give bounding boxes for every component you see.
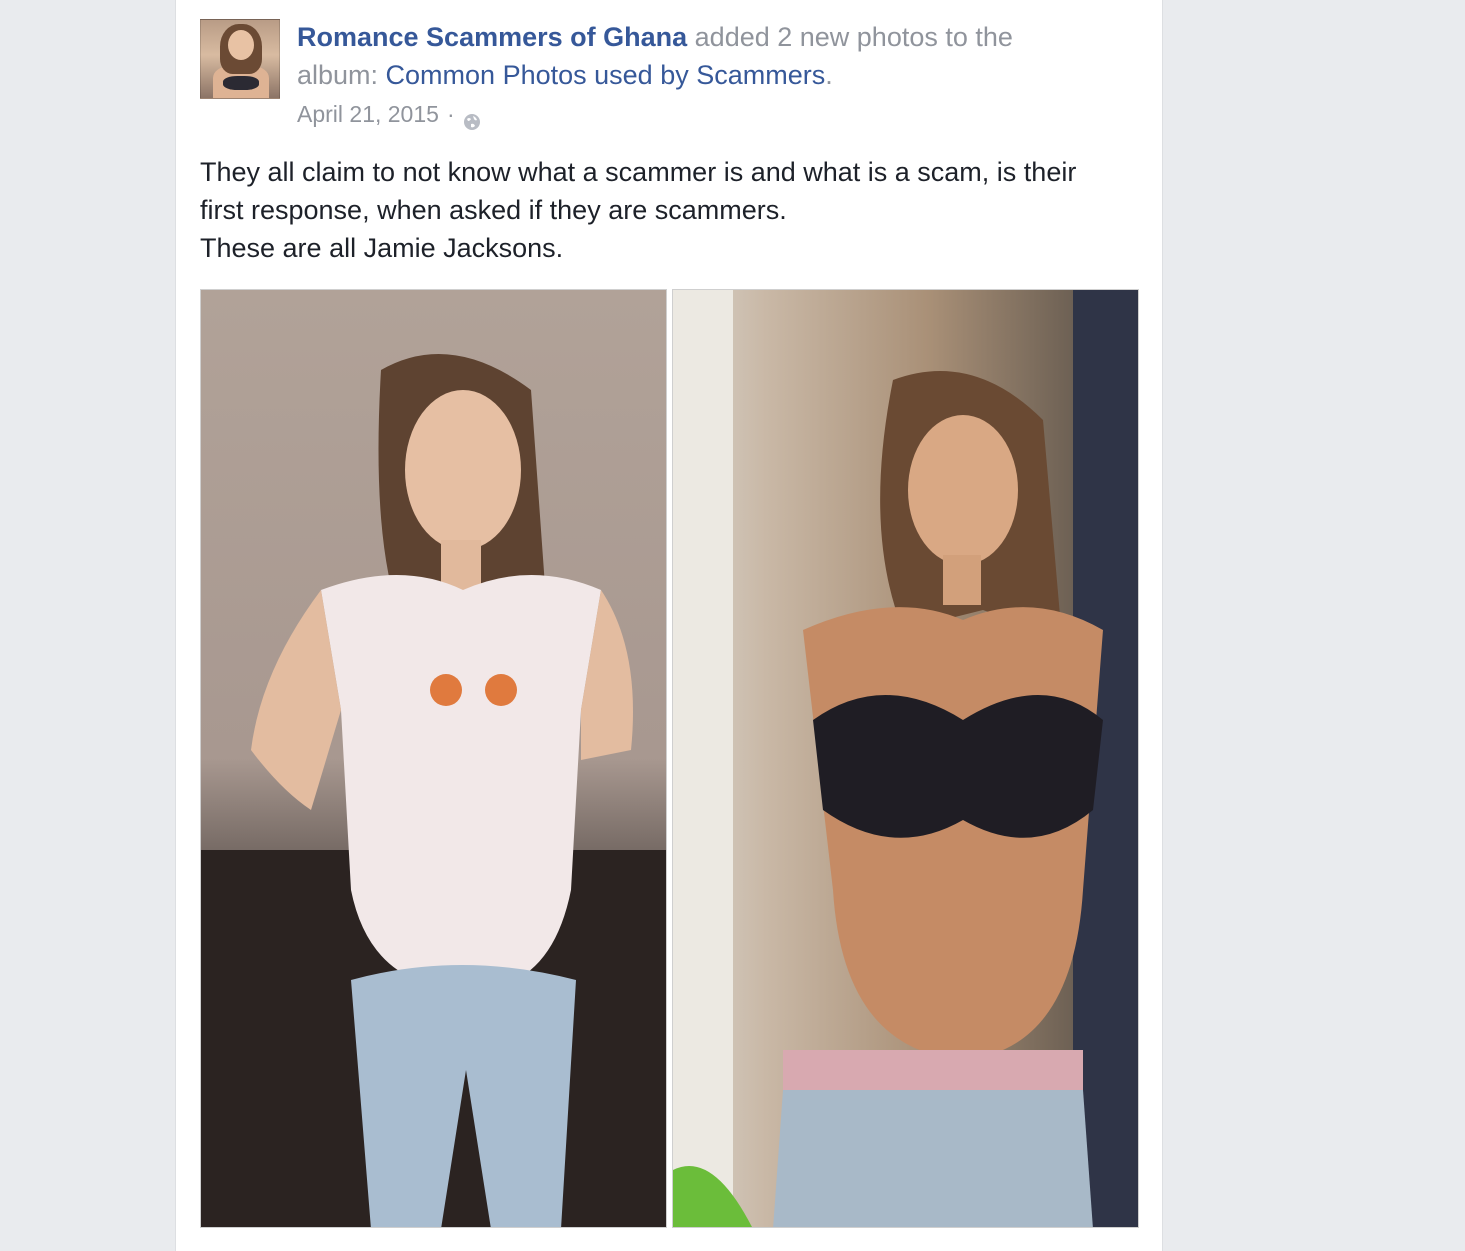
post-message-line: These are all Jamie Jacksons. — [200, 233, 564, 263]
post-photo-2[interactable] — [672, 289, 1139, 1228]
globe-icon[interactable] — [463, 105, 481, 130]
post-action-suffix: . — [825, 60, 833, 90]
post-photo-1[interactable] — [200, 289, 667, 1228]
page-avatar[interactable] — [200, 19, 280, 99]
meta-separator: · — [446, 101, 455, 127]
post-meta: April 21, 2015 · — [297, 96, 481, 132]
photo-woman-black-bra-illustration — [673, 290, 1138, 1227]
photo-woman-white-tshirt-illustration — [201, 354, 666, 1227]
post-message: They all claim to not know what a scamme… — [200, 153, 1120, 267]
post-message-line: They all claim to not know what a scamme… — [200, 157, 1077, 225]
album-link[interactable]: Common Photos used by Scammers — [386, 60, 826, 90]
feed-post: Romance Scammers of Ghana added 2 new ph… — [175, 0, 1163, 1251]
post-timestamp[interactable]: April 21, 2015 — [297, 96, 439, 132]
page-name-link[interactable]: Romance Scammers of Ghana — [297, 22, 687, 52]
post-header: Romance Scammers of Ghana added 2 new ph… — [297, 18, 1037, 94]
